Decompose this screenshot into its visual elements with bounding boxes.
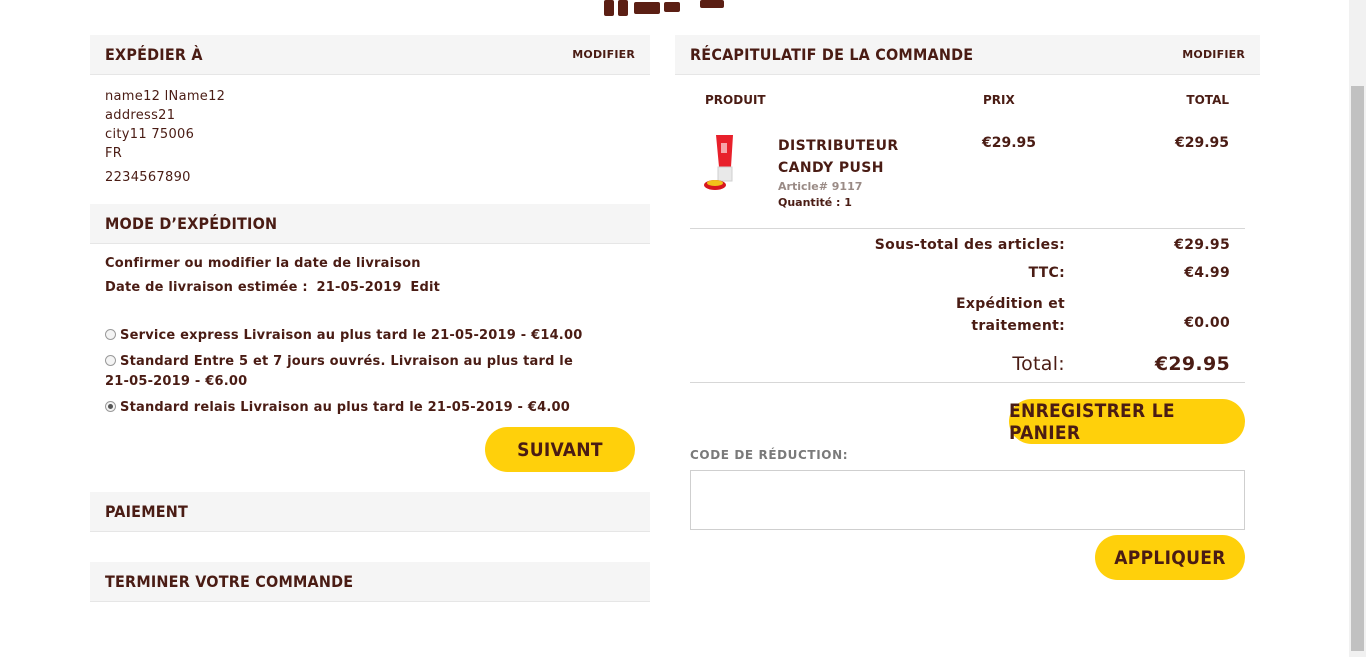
brand-logo-fragment	[600, 0, 730, 18]
product-name-line2: CANDY PUSH	[778, 160, 884, 176]
product-name: DISTRIBUTEUR CANDY PUSH	[778, 135, 899, 179]
product-quantity: Quantité : 1	[778, 196, 852, 209]
address-country: FR	[105, 146, 123, 161]
shipping-cost-value: €0.00	[1184, 315, 1230, 331]
shipping-method-body: Confirmer ou modifier la date de livrais…	[90, 244, 650, 418]
shipping-method-title: MODE D’EXPÉDITION	[105, 214, 278, 233]
shipping-cost-row: Expédition et traitement: €0.00	[690, 293, 1230, 337]
product-sku: Article# 9117	[778, 180, 863, 193]
delivery-confirm-text: Confirmer ou modifier la date de livrais…	[105, 256, 421, 271]
apply-coupon-button[interactable]: APPLIQUER	[1095, 535, 1245, 580]
shipping-option-standard[interactable]: Standard Entre 5 et 7 jours ouvrés. Livr…	[105, 352, 585, 392]
order-summary-header: RÉCAPITULATIF DE LA COMMANDE MODIFIER	[675, 35, 1260, 75]
total-value: €29.95	[1154, 353, 1230, 375]
delivery-estimate-date: 21-05-2019	[316, 280, 402, 295]
total-label: Total:	[1012, 353, 1065, 375]
summary-divider-bottom	[690, 382, 1245, 383]
shipping-option-label: Standard relais Livraison au plus tard l…	[120, 400, 570, 415]
radio-standard[interactable]	[105, 355, 116, 366]
page-scrollbar[interactable]	[1349, 0, 1366, 657]
edit-shipping-address-link[interactable]: MODIFIER	[572, 48, 635, 61]
shipping-option-label: Standard Entre 5 et 7 jours ouvrés. Livr…	[105, 354, 573, 389]
checkout-left-column: EXPÉDIER À MODIFIER name12 lName12 addre…	[90, 35, 650, 602]
address-street: address21	[105, 108, 176, 123]
summary-divider-top	[690, 228, 1245, 229]
order-item-row: DISTRIBUTEUR CANDY PUSH Article# 9117 Qu…	[675, 125, 1260, 235]
delivery-estimate: Date de livraison estimée : 21-05-2019 E…	[105, 280, 635, 304]
subtotal-value: €29.95	[1174, 237, 1230, 253]
coupon-label: CODE DE RÉDUCTION:	[690, 448, 849, 462]
column-product: PRODUIT	[705, 93, 766, 107]
payment-title: PAIEMENT	[105, 502, 189, 521]
shipping-to-header: EXPÉDIER À MODIFIER	[90, 35, 650, 75]
shipping-cost-label-line1: Expédition et	[956, 296, 1065, 312]
radio-relais[interactable]	[105, 401, 116, 412]
shipping-method-header: MODE D’EXPÉDITION	[90, 204, 650, 244]
shipping-cost-label-line2: traitement:	[971, 318, 1065, 334]
address-name: name12 lName12	[105, 89, 226, 104]
shipping-option-label: Service express Livraison au plus tard l…	[120, 328, 583, 343]
subtotal-label: Sous-total des articles:	[874, 237, 1065, 253]
column-total: TOTAL	[1186, 93, 1229, 107]
complete-order-header[interactable]: TERMINER VOTRE COMMANDE	[90, 562, 650, 602]
address-city: city11 75006	[105, 127, 195, 142]
save-cart-button[interactable]: ENREGISTRER LE PANIER	[1009, 399, 1245, 444]
tax-value: €4.99	[1184, 265, 1230, 281]
edit-order-link[interactable]: MODIFIER	[1182, 48, 1245, 61]
radio-express[interactable]	[105, 329, 116, 340]
column-price: PRIX	[983, 93, 1015, 107]
next-button[interactable]: SUIVANT	[485, 427, 635, 472]
shipping-option-relais[interactable]: Standard relais Livraison au plus tard l…	[105, 398, 585, 418]
shipping-to-title: EXPÉDIER À	[105, 45, 203, 64]
shipping-option-express[interactable]: Service express Livraison au plus tard l…	[105, 326, 585, 346]
order-summary-title: RÉCAPITULATIF DE LA COMMANDE	[690, 45, 974, 64]
product-name-line1: DISTRIBUTEUR	[778, 138, 899, 154]
address-phone: 2234567890	[105, 170, 191, 185]
order-table-header: PRODUIT PRIX TOTAL	[675, 75, 1260, 125]
payment-header[interactable]: PAIEMENT	[90, 492, 650, 532]
product-image	[703, 133, 743, 193]
order-summary-column: RÉCAPITULATIF DE LA COMMANDE MODIFIER PR…	[675, 35, 1260, 580]
complete-order-title: TERMINER VOTRE COMMANDE	[105, 572, 354, 591]
scrollbar-thumb[interactable]	[1351, 86, 1364, 651]
product-total: €29.95	[1174, 135, 1229, 151]
product-price: €29.95	[982, 135, 1037, 151]
shipping-options: Service express Livraison au plus tard l…	[105, 326, 635, 418]
shipping-address: name12 lName12 address21 city11 75006 FR…	[90, 75, 650, 187]
shipping-cost-label: Expédition et traitement:	[956, 293, 1065, 337]
delivery-estimate-label: Date de livraison estimée :	[105, 280, 308, 295]
edit-delivery-date-link[interactable]: Edit	[410, 280, 440, 295]
coupon-input[interactable]	[690, 470, 1245, 530]
tax-label: TTC:	[1028, 265, 1065, 281]
